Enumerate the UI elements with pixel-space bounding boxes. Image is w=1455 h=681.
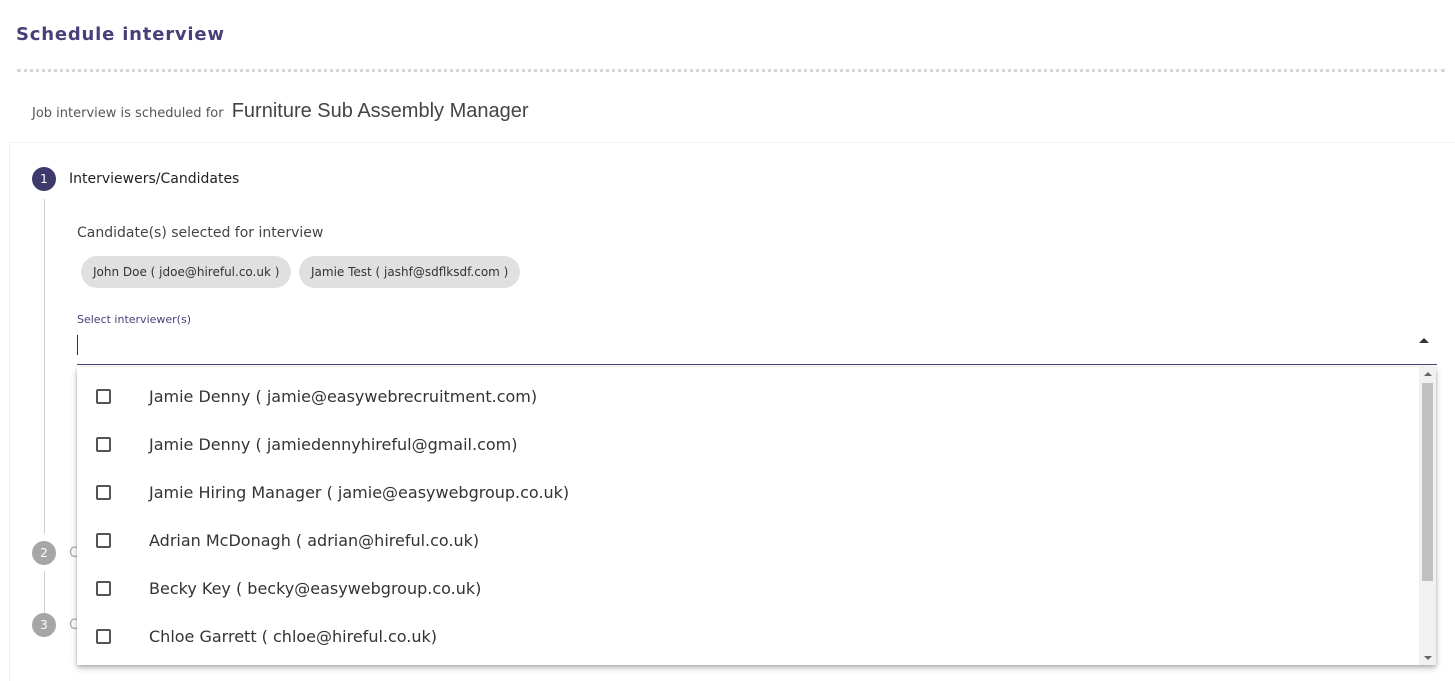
checkbox-unchecked-icon[interactable] [96, 629, 111, 644]
interviewer-option[interactable]: Adrian McDonagh ( adrian@hireful.co.uk) [77, 517, 1417, 565]
interviewer-option-label: Becky Key ( becky@easywebgroup.co.uk) [149, 579, 482, 598]
candidate-chip[interactable]: Jamie Test ( jashf@sdflksdf.com ) [299, 256, 521, 288]
page-title: Schedule interview [16, 24, 225, 45]
caret-up-icon[interactable] [1419, 338, 1429, 343]
checkbox-unchecked-icon[interactable] [96, 389, 111, 404]
step-3-indicator[interactable]: 3 [32, 613, 56, 637]
scroll-down-icon[interactable] [1424, 656, 1432, 660]
title-divider [17, 69, 1445, 72]
scroll-up-icon[interactable] [1424, 372, 1432, 376]
interviewer-dropdown: Jamie Denny ( jamie@easywebrecruitment.c… [77, 367, 1436, 665]
interviewer-option[interactable]: Jamie Hiring Manager ( jamie@easywebgrou… [77, 469, 1417, 517]
checkbox-unchecked-icon[interactable] [96, 581, 111, 596]
checkbox-unchecked-icon[interactable] [96, 485, 111, 500]
candidates-label: Candidate(s) selected for interview [77, 225, 324, 241]
interviewer-field-label: Select interviewer(s) [77, 313, 191, 326]
dropdown-scrollbar[interactable] [1419, 367, 1436, 665]
checkbox-unchecked-icon[interactable] [96, 437, 111, 452]
interviewer-option-label: Jamie Denny ( jamiedennyhireful@gmail.co… [149, 435, 518, 454]
candidate-chip[interactable]: John Doe ( jdoe@hireful.co.uk ) [81, 256, 292, 288]
step-1-indicator[interactable]: 1 [32, 167, 56, 191]
job-title: Furniture Sub Assembly Manager [231, 100, 529, 122]
job-scheduled-line: Job interview is scheduled for Furniture… [32, 100, 529, 123]
interviewer-option-label: Chloe Garrett ( chloe@hireful.co.uk) [149, 627, 438, 646]
interviewer-option-label: Adrian McDonagh ( adrian@hireful.co.uk) [149, 531, 480, 550]
interviewer-option[interactable]: Jamie Denny ( jamie@easywebrecruitment.c… [77, 373, 1417, 421]
interviewer-select-input[interactable] [77, 330, 1437, 365]
text-cursor [77, 335, 78, 355]
step-connector [44, 199, 45, 534]
interviewer-option-label: Jamie Hiring Manager ( jamie@easywebgrou… [149, 483, 570, 502]
interviewer-option-label: Jamie Denny ( jamie@easywebrecruitment.c… [149, 387, 538, 406]
interviewer-option[interactable]: Chloe Garrett ( chloe@hireful.co.uk) [77, 613, 1417, 661]
interviewer-option[interactable]: Jamie Denny ( jamiedennyhireful@gmail.co… [77, 421, 1417, 469]
checkbox-unchecked-icon[interactable] [96, 533, 111, 548]
step-2-indicator[interactable]: 2 [32, 541, 56, 565]
interviewer-option[interactable]: Becky Key ( becky@easywebgroup.co.uk) [77, 565, 1417, 613]
step-connector [44, 571, 45, 613]
job-scheduled-prefix: Job interview is scheduled for [32, 106, 224, 121]
scrollbar-thumb[interactable] [1422, 383, 1433, 581]
step-1-label[interactable]: Interviewers/Candidates [69, 171, 239, 187]
